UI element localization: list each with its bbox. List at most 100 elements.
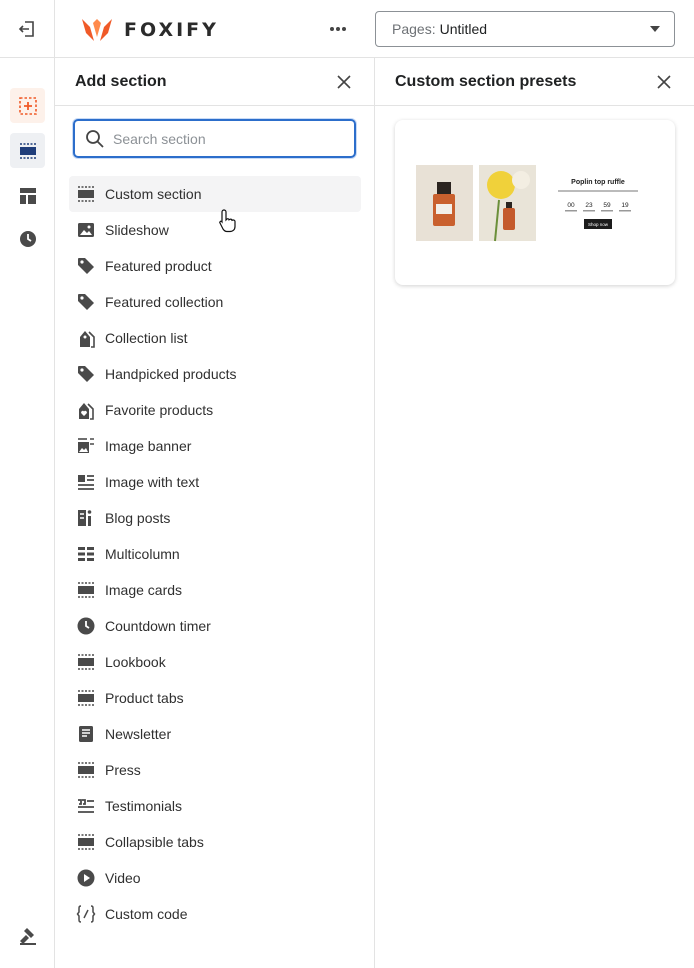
section-item-label: Custom code: [105, 906, 188, 922]
play-icon: [76, 868, 96, 888]
section-item-label: Lookbook: [105, 654, 166, 670]
layout-icon: [19, 187, 36, 204]
exit-button[interactable]: [0, 0, 55, 58]
code-icon: [76, 904, 96, 924]
add-section-title: Add section: [75, 72, 167, 90]
add-section-icon: [18, 96, 37, 115]
image-banner-icon: [76, 436, 96, 456]
tag-icon: [76, 364, 96, 384]
layout-rail-button[interactable]: [10, 178, 45, 213]
preset-timer-mins: 59: [603, 202, 611, 209]
section-item-image-banner[interactable]: Image banner: [69, 428, 361, 464]
add-section-header: Add section: [55, 58, 374, 106]
preset-button: Shop now: [588, 222, 609, 227]
section-icon: [76, 760, 96, 780]
exit-icon: [18, 21, 34, 37]
clock-icon: [76, 616, 96, 636]
image-icon: [76, 220, 96, 240]
section-item-label: Image banner: [105, 438, 192, 454]
section-item-image-with-text[interactable]: Image with text: [69, 464, 361, 500]
history-rail-button[interactable]: [10, 221, 45, 256]
section-list: Custom section Slideshow Featured product F…: [69, 176, 361, 932]
more-actions-button[interactable]: [326, 17, 350, 41]
search-section-input[interactable]: [113, 130, 333, 147]
image-text-icon: [76, 472, 96, 492]
newsletter-icon: [76, 724, 96, 744]
hammer-icon: [19, 927, 36, 945]
section-icon: [19, 142, 36, 159]
section-item-handpicked-products[interactable]: Handpicked products: [69, 356, 361, 392]
section-item-press[interactable]: Press: [69, 752, 361, 788]
tag-icon: [76, 256, 96, 276]
preset-timer-secs: 19: [621, 202, 629, 209]
preset-thumbnail: Poplin top ruffle 00 23 59 19 Shop now: [416, 165, 638, 242]
section-item-label: Multicolumn: [105, 546, 180, 562]
presets-panel: Custom section presets Poplin top ruffle…: [375, 58, 694, 968]
section-item-label: Blog posts: [105, 510, 171, 526]
section-item-label: Featured product: [105, 258, 212, 274]
quote-icon: [76, 796, 96, 816]
chevron-down-icon: [650, 26, 660, 32]
tags-icon: [76, 328, 96, 348]
more-dots-icon: [330, 27, 346, 31]
preset-card[interactable]: Poplin top ruffle 00 23 59 19 Shop now: [395, 120, 675, 285]
top-bar: FOXIFY Pages: Untitled: [0, 0, 694, 58]
pages-select-value: Untitled: [439, 21, 488, 37]
sections-rail-button[interactable]: [10, 133, 45, 168]
preset-timer-days: 00: [567, 202, 575, 209]
section-item-label: Image cards: [105, 582, 183, 598]
section-item-testimonials[interactable]: Testimonials: [69, 788, 361, 824]
search-section-field[interactable]: [73, 119, 356, 158]
preset-heading: Poplin top ruffle: [571, 179, 625, 186]
section-item-label: Newsletter: [105, 726, 172, 742]
section-item-featured-product[interactable]: Featured product: [69, 248, 361, 284]
brand-name: FOXIFY: [124, 19, 219, 41]
section-item-video[interactable]: Video: [69, 860, 361, 896]
close-icon: [337, 74, 351, 89]
section-item-featured-collection[interactable]: Featured collection: [69, 284, 361, 320]
section-item-lookbook[interactable]: Lookbook: [69, 644, 361, 680]
pages-select[interactable]: Pages: Untitled: [375, 11, 675, 47]
tag-icon: [76, 292, 96, 312]
presets-title: Custom section presets: [395, 72, 577, 90]
columns-icon: [76, 544, 96, 564]
section-item-label: Video: [105, 870, 141, 886]
brand-logo[interactable]: FOXIFY: [80, 17, 219, 43]
close-presets-button[interactable]: [654, 72, 674, 92]
section-item-image-cards[interactable]: Image cards: [69, 572, 361, 608]
section-item-multicolumn[interactable]: Multicolumn: [69, 536, 361, 572]
section-icon: [76, 652, 96, 672]
section-item-label: Custom section: [105, 186, 202, 202]
close-icon: [657, 74, 671, 89]
section-item-label: Collection list: [105, 330, 188, 346]
section-item-label: Testimonials: [105, 798, 183, 814]
section-item-label: Handpicked products: [105, 366, 237, 382]
presets-header: Custom section presets: [375, 58, 694, 106]
section-item-custom-code[interactable]: Custom code: [69, 896, 361, 932]
section-item-collapsible-tabs[interactable]: Collapsible tabs: [69, 824, 361, 860]
section-item-label: Countdown timer: [105, 618, 211, 634]
section-icon: [76, 832, 96, 852]
tools-rail-button[interactable]: [10, 918, 45, 953]
section-item-label: Slideshow: [105, 222, 169, 238]
section-item-newsletter[interactable]: Newsletter: [69, 716, 361, 752]
section-item-product-tabs[interactable]: Product tabs: [69, 680, 361, 716]
hand-cursor-icon: [219, 209, 236, 233]
section-icon: [76, 184, 96, 204]
section-item-collection-list[interactable]: Collection list: [69, 320, 361, 356]
section-item-blog-posts[interactable]: Blog posts: [69, 500, 361, 536]
search-icon: [86, 129, 104, 148]
section-icon: [76, 580, 96, 600]
section-item-label: Favorite products: [105, 402, 214, 418]
section-item-custom-section[interactable]: Custom section: [69, 176, 361, 212]
heart-tag-icon: [76, 400, 96, 420]
section-item-label: Press: [105, 762, 141, 778]
close-add-section-button[interactable]: [334, 72, 354, 92]
section-item-slideshow[interactable]: Slideshow: [69, 212, 361, 248]
add-section-rail-button[interactable]: [10, 88, 45, 123]
section-item-label: Image with text: [105, 474, 200, 490]
section-item-countdown-timer[interactable]: Countdown timer: [69, 608, 361, 644]
add-section-panel: Add section Custom section Slideshow Featu…: [55, 58, 375, 968]
preset-timer-hours: 23: [585, 202, 593, 209]
section-item-favorite-products[interactable]: Favorite products: [69, 392, 361, 428]
